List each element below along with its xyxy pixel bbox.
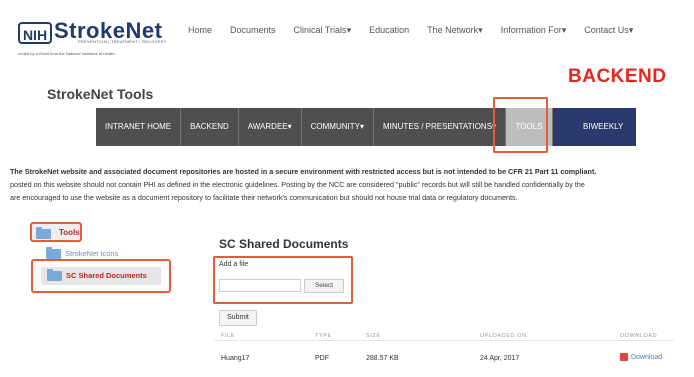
pdf-icon bbox=[620, 353, 628, 361]
tab-community[interactable]: COMMUNITY▾ bbox=[302, 108, 374, 146]
folder-icon bbox=[36, 227, 51, 239]
section-title: SC Shared Documents bbox=[219, 237, 349, 251]
column-header-size: SIZE bbox=[366, 333, 381, 339]
notice-bold-line: The StrokeNet website and associated doc… bbox=[10, 167, 597, 176]
cell-file: Huang17 bbox=[221, 355, 250, 362]
funded-by-text: unded by a Grant from the National Insti… bbox=[18, 51, 115, 56]
sidebar-item-label: StrokeNet Icons bbox=[65, 249, 119, 258]
folder-icon bbox=[47, 269, 62, 282]
nav-the-network[interactable]: The Network▾ bbox=[427, 25, 483, 36]
chevron-down-icon: ▾ bbox=[561, 25, 567, 35]
folder-icon bbox=[46, 247, 61, 260]
column-header-type: TYPE bbox=[315, 333, 332, 339]
submit-button[interactable]: Submit bbox=[219, 310, 257, 326]
tools-navbar: INTRANET HOME BACKEND AWARDEE▾ COMMUNITY… bbox=[96, 108, 636, 146]
tab-minutes-presentations[interactable]: MINUTES / PRESENTATIONS▾ bbox=[374, 108, 507, 146]
notice-text: The StrokeNet website and associated doc… bbox=[10, 165, 690, 204]
sidebar-root-tools[interactable]: Tools bbox=[30, 222, 82, 242]
file-path-input[interactable] bbox=[219, 279, 301, 292]
top-navigation: Home Documents Clinical Trials▾ Educatio… bbox=[188, 25, 651, 36]
column-header-file: FILE bbox=[221, 333, 236, 339]
sidebar-root-label: Tools bbox=[59, 228, 80, 237]
chevron-down-icon: ▾ bbox=[346, 25, 352, 35]
chevron-down-icon: ▾ bbox=[359, 122, 364, 131]
chevron-down-icon: ▾ bbox=[478, 25, 483, 35]
cell-size: 288.57 KB bbox=[366, 355, 399, 362]
cell-uploaded-on: 24 Apr, 2017 bbox=[480, 355, 520, 362]
site-logo[interactable]: NIH StrokeNet PREVENTION | TREATMENT | R… bbox=[18, 18, 168, 56]
chevron-down-icon: ▾ bbox=[628, 25, 634, 35]
tab-biweekly[interactable]: BIWEEKLY bbox=[553, 108, 636, 146]
nav-information-for[interactable]: Information For▾ bbox=[501, 25, 567, 36]
sidebar-item-strokenet-icons[interactable]: StrokeNet Icons bbox=[46, 247, 119, 260]
sidebar-item-label: SC Shared Documents bbox=[66, 271, 147, 280]
download-link[interactable]: Download bbox=[620, 353, 662, 361]
column-header-uploaded-on: UPLOADED ON bbox=[480, 333, 527, 339]
select-file-button[interactable]: Select bbox=[304, 279, 344, 293]
nih-logo-badge: NIH bbox=[18, 22, 52, 44]
nav-documents[interactable]: Documents bbox=[230, 25, 276, 36]
nav-contact-us[interactable]: Contact Us▾ bbox=[584, 25, 633, 36]
download-label: Download bbox=[631, 353, 663, 361]
chevron-down-icon: ▾ bbox=[287, 122, 292, 131]
sidebar-item-sc-shared-documents[interactable]: SC Shared Documents bbox=[31, 259, 171, 293]
cell-type: PDF bbox=[315, 355, 329, 362]
column-header-download: DOWNLOAD bbox=[620, 333, 658, 339]
notice-line-2: posted on this website should not contai… bbox=[10, 180, 585, 189]
table-divider bbox=[214, 340, 674, 341]
tab-awardee[interactable]: AWARDEE▾ bbox=[239, 108, 302, 146]
brand-tagline: PREVENTION | TREATMENT | RECOVERY bbox=[78, 39, 167, 44]
notice-line-3: are encouraged to use the website as a d… bbox=[10, 193, 518, 202]
tab-intranet-home[interactable]: INTRANET HOME bbox=[96, 108, 182, 146]
add-file-label: Add a file bbox=[219, 261, 249, 268]
nav-education[interactable]: Education bbox=[369, 25, 409, 36]
tools-tab-highlight bbox=[493, 97, 548, 153]
tab-backend[interactable]: BACKEND bbox=[181, 108, 239, 146]
annotation-label: BACKEND bbox=[568, 66, 667, 87]
nav-home[interactable]: Home bbox=[188, 25, 212, 36]
page-title: StrokeNet Tools bbox=[47, 86, 154, 102]
nav-clinical-trials[interactable]: Clinical Trials▾ bbox=[294, 25, 352, 36]
